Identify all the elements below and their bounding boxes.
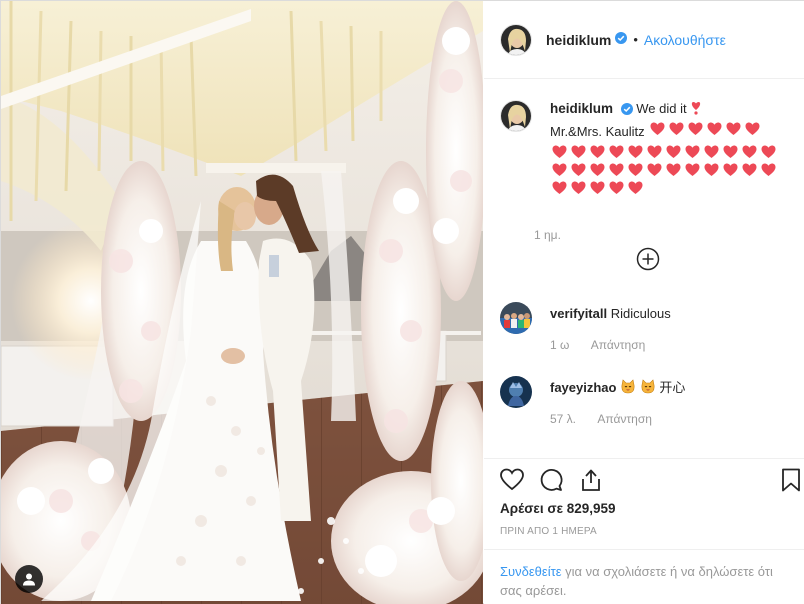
post-timestamp[interactable]: ΠΡΙΝ ΑΠΟ 1 ΗΜΕΡΑ bbox=[500, 526, 597, 537]
caption-text: heidiklum We did it Mr.&Mrs. Kaulitz bbox=[550, 100, 795, 197]
follow-button[interactable]: Ακολουθήστε bbox=[644, 32, 726, 48]
heart-emoji-row bbox=[648, 122, 762, 139]
verified-badge-icon bbox=[615, 32, 628, 47]
heart-emoji-icon bbox=[645, 143, 664, 161]
heart-emoji-icon bbox=[645, 161, 664, 179]
heart-outline-icon bbox=[500, 468, 524, 491]
heart-emoji-icon bbox=[743, 120, 762, 138]
cat-emoji-icon bbox=[620, 379, 640, 395]
heart-emoji-icon bbox=[626, 179, 645, 197]
user-icon bbox=[23, 573, 35, 586]
heart-emoji-icon bbox=[759, 161, 778, 179]
speech-bubble-icon bbox=[540, 469, 563, 491]
heart-emoji-icon bbox=[550, 143, 569, 161]
wedding-photo bbox=[1, 1, 483, 604]
commenter-avatar[interactable] bbox=[500, 302, 532, 334]
heart-emoji-icon bbox=[626, 143, 645, 161]
reply-button[interactable]: Απάντηση bbox=[591, 338, 646, 352]
heart-emoji-icon bbox=[683, 161, 702, 179]
share-button[interactable] bbox=[578, 467, 604, 493]
heart-emoji-icon bbox=[569, 143, 588, 161]
cat-emoji-icon bbox=[640, 379, 660, 395]
comments-list: heidiklum We did it Mr.&Mrs. Kaulitz 1 η… bbox=[484, 80, 804, 458]
heart-emoji-icon bbox=[550, 179, 569, 197]
profile-picture bbox=[500, 302, 532, 334]
plus-circle-icon bbox=[636, 247, 660, 271]
comment-username[interactable]: fayeyizhao bbox=[550, 380, 616, 395]
comment-text: fayeyizhao 开心 bbox=[550, 379, 685, 397]
tagged-users-button[interactable] bbox=[15, 565, 43, 593]
separator-dot: • bbox=[633, 32, 638, 47]
heart-emoji-grid bbox=[550, 143, 780, 197]
heart-emoji-icon bbox=[664, 143, 683, 161]
likes-count[interactable]: Αρέσει σε 829,959 bbox=[500, 501, 616, 516]
comment-body: 开心 bbox=[659, 380, 686, 395]
heart-emoji-icon bbox=[569, 161, 588, 179]
heart-emoji-icon bbox=[648, 120, 667, 138]
profile-picture bbox=[500, 376, 532, 408]
heart-emoji-icon bbox=[759, 143, 778, 161]
heart-emoji-icon bbox=[702, 143, 721, 161]
reply-button[interactable]: Απάντηση bbox=[597, 412, 652, 426]
heart-emoji-icon bbox=[607, 179, 626, 197]
load-more-comments-button[interactable] bbox=[636, 247, 660, 271]
heart-emoji-icon bbox=[705, 120, 724, 138]
comment-button[interactable] bbox=[538, 467, 564, 493]
heart-emoji-icon bbox=[626, 161, 645, 179]
post-side-panel: heidiklum • Ακολουθήστε heidiklum We did… bbox=[484, 1, 804, 604]
post-photo[interactable] bbox=[1, 1, 483, 604]
avatar[interactable] bbox=[500, 23, 532, 56]
save-button[interactable] bbox=[778, 467, 804, 493]
heart-emoji-icon bbox=[721, 143, 740, 161]
caption-line2: Mr.&Mrs. Kaulitz bbox=[550, 124, 645, 139]
comment-time[interactable]: 1 ω bbox=[550, 338, 569, 352]
comment-username[interactable]: verifyitall bbox=[550, 306, 607, 321]
heart-emoji-icon bbox=[740, 143, 759, 161]
caption-line1: We did it bbox=[636, 101, 687, 116]
post-modal: heidiklum • Ακολουθήστε heidiklum We did… bbox=[0, 0, 804, 604]
heart-emoji-icon bbox=[607, 161, 626, 179]
caption-username[interactable]: heidiklum bbox=[550, 101, 613, 116]
heart-emoji-icon bbox=[569, 179, 588, 197]
comment-body: Ridiculous bbox=[610, 306, 671, 321]
login-prompt: Συνδεθείτε για να σχολιάσετε ή να δηλώσε… bbox=[484, 549, 804, 600]
comment-text: verifyitall Ridiculous bbox=[550, 305, 671, 323]
verified-badge-icon bbox=[620, 102, 633, 120]
heart-emoji-icon bbox=[724, 120, 743, 138]
share-icon bbox=[582, 469, 600, 491]
heart-emoji-icon bbox=[721, 161, 740, 179]
heart-emoji-icon bbox=[702, 161, 721, 179]
heart-emoji-icon bbox=[740, 161, 759, 179]
heart-emoji-icon bbox=[588, 179, 607, 197]
post-header: heidiklum • Ακολουθήστε bbox=[484, 1, 804, 79]
post-actions: Αρέσει σε 829,959 ΠΡΙΝ ΑΠΟ 1 ΗΜΕΡΑ Συνδε… bbox=[484, 458, 804, 598]
heart-emoji-icon bbox=[588, 143, 607, 161]
comment-time[interactable]: 57 λ. bbox=[550, 412, 576, 426]
login-link[interactable]: Συνδεθείτε bbox=[500, 564, 562, 579]
profile-picture bbox=[501, 24, 531, 55]
heart-emoji-icon bbox=[550, 161, 569, 179]
heart-emoji-icon bbox=[667, 120, 686, 138]
comment-meta: 1 ω Απάντηση bbox=[550, 338, 645, 352]
caption-avatar[interactable] bbox=[500, 100, 532, 132]
heart-emoji-icon bbox=[683, 143, 702, 161]
heart-exclamation-emoji-icon bbox=[690, 101, 702, 116]
heart-emoji-icon bbox=[588, 161, 607, 179]
heart-emoji-icon bbox=[607, 143, 626, 161]
profile-picture bbox=[501, 101, 531, 131]
caption-time[interactable]: 1 ημ. bbox=[534, 228, 561, 242]
heart-emoji-icon bbox=[686, 120, 705, 138]
like-button[interactable] bbox=[499, 467, 525, 493]
action-icons bbox=[484, 459, 804, 499]
header-username[interactable]: heidiklum bbox=[546, 32, 611, 48]
commenter-avatar[interactable] bbox=[500, 376, 532, 408]
heart-emoji-icon bbox=[664, 161, 683, 179]
comment-meta: 57 λ. Απάντηση bbox=[550, 412, 652, 426]
bookmark-icon bbox=[782, 468, 800, 492]
